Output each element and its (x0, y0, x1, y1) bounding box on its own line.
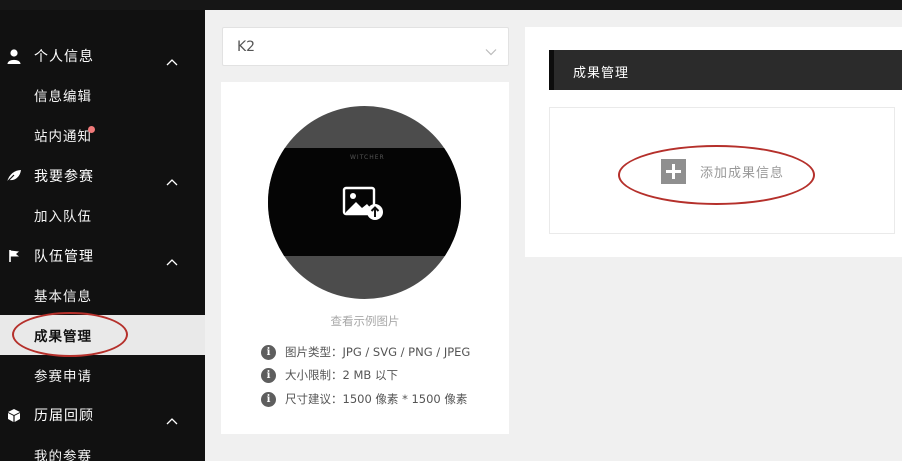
info-text: 尺寸建议：1500 像素 * 1500 像素 (285, 392, 468, 406)
preview-watermark: WITCHER (350, 154, 385, 161)
notification-dot (88, 126, 95, 133)
sidebar-item-basic-info[interactable]: 基本信息 (0, 275, 205, 315)
info-row-dimensions: i 尺寸建议：1500 像素 * 1500 像素 (261, 390, 467, 408)
sidebar-item-label: 基本信息 (34, 289, 92, 305)
chevron-up-icon[interactable] (166, 51, 178, 70)
info-icon: i (261, 391, 276, 407)
sidebar-item-achievements[interactable]: 成果管理 (0, 315, 205, 355)
image-upload-icon[interactable] (342, 186, 386, 226)
top-bar (0, 0, 902, 10)
info-icon: i (261, 367, 276, 383)
sidebar-item-info-edit[interactable]: 信息编辑 (0, 75, 205, 115)
sidebar-section-join-competition[interactable]: 我要参赛 (0, 156, 205, 196)
view-sample-link[interactable]: 查看示例图片 (221, 313, 509, 329)
chevron-up-icon[interactable] (166, 410, 178, 429)
sidebar-section-personal-info[interactable]: 个人信息 (0, 36, 205, 76)
sidebar: 个人信息 信息编辑 站内通知 我要参赛 加入队伍 队伍管理 基本信息 成果管理 … (0, 10, 205, 461)
sidebar-item-join-team[interactable]: 加入队伍 (0, 195, 205, 235)
user-icon (6, 48, 22, 64)
sidebar-item-label: 参赛申请 (34, 369, 92, 385)
sidebar-item-my-competitions[interactable]: 我的参赛 (0, 435, 205, 461)
info-icon: i (261, 344, 276, 360)
cube-icon (6, 407, 22, 423)
achievements-title: 成果管理 (573, 66, 630, 81)
sidebar-item-label: 信息编辑 (34, 89, 92, 105)
sidebar-section-label: 队伍管理 (34, 249, 94, 265)
add-achievement-box: 添加成果信息 (549, 107, 895, 234)
sidebar-item-label: 我的参赛 (34, 449, 92, 461)
image-upload-card: WITCHER 查看示例图片 i 图片类型：JPG / SVG / PNG / … (221, 82, 509, 434)
sidebar-item-notifications[interactable]: 站内通知 (0, 115, 205, 155)
add-achievement-button[interactable]: 添加成果信息 (661, 159, 784, 184)
chevron-down-icon (485, 41, 497, 60)
chevron-up-icon[interactable] (166, 251, 178, 270)
flag-icon (6, 248, 22, 264)
sidebar-section-team-management[interactable]: 队伍管理 (0, 236, 205, 276)
sidebar-section-label: 我要参赛 (34, 169, 94, 185)
plus-icon (661, 159, 686, 184)
leaf-icon (6, 168, 22, 184)
sidebar-item-label: 加入队伍 (34, 209, 92, 225)
team-select[interactable]: K2 (222, 27, 509, 66)
add-achievement-label: 添加成果信息 (700, 166, 785, 181)
sidebar-item-label: 成果管理 (34, 329, 92, 345)
sidebar-item-label: 站内通知 (34, 129, 92, 145)
achievements-header: 成果管理 (549, 50, 902, 90)
sidebar-section-label: 历届回顾 (34, 408, 94, 424)
sidebar-section-history[interactable]: 历届回顾 (0, 395, 205, 435)
sidebar-section-label: 个人信息 (34, 49, 94, 65)
info-text: 大小限制：2 MB 以下 (285, 368, 398, 382)
achievements-panel: 成果管理 添加成果信息 (525, 27, 902, 257)
team-select-value: K2 (237, 39, 256, 55)
chevron-up-icon[interactable] (166, 171, 178, 190)
team-image-preview[interactable]: WITCHER (268, 106, 461, 299)
info-row-type: i 图片类型：JPG / SVG / PNG / JPEG (261, 343, 470, 361)
info-text: 图片类型：JPG / SVG / PNG / JPEG (285, 345, 471, 359)
info-row-size: i 大小限制：2 MB 以下 (261, 366, 398, 384)
sidebar-item-applications[interactable]: 参赛申请 (0, 355, 205, 395)
